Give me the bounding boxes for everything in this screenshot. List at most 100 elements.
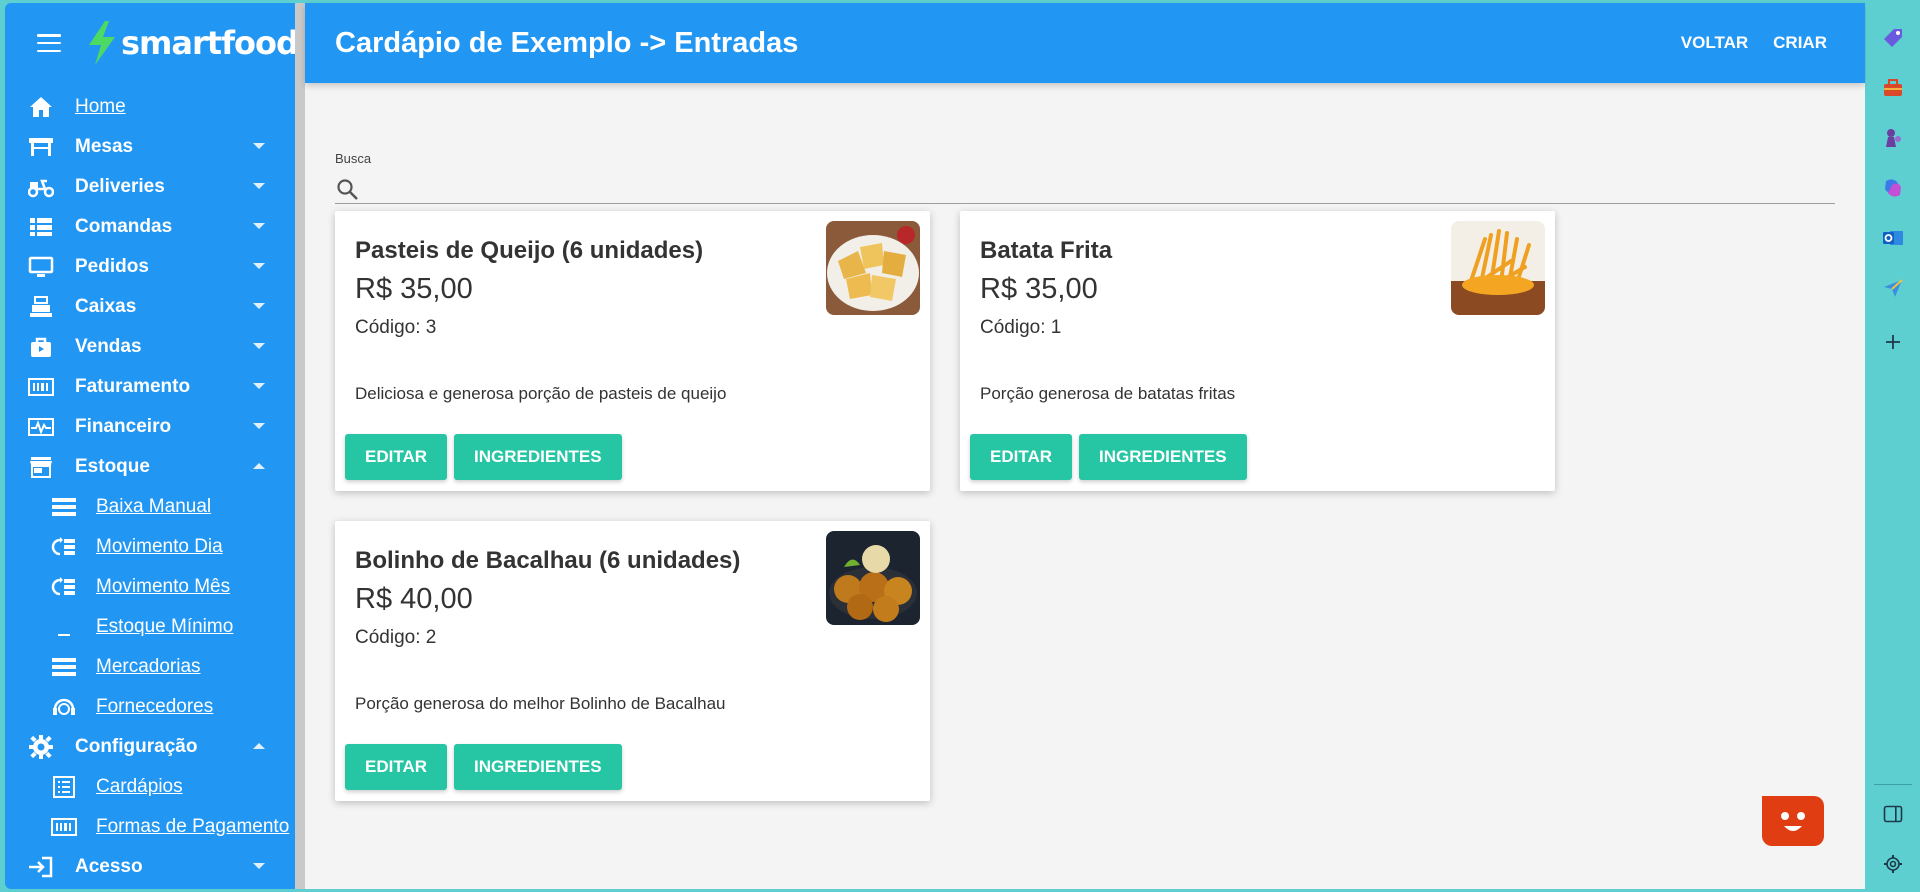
sidebar-item-acesso[interactable]: Acesso [5,847,295,887]
header-actions: VOLTAR CRIAR [1681,33,1827,53]
pulse-icon [27,415,55,439]
send-icon[interactable] [1881,276,1905,300]
sidebar-item-vendas[interactable]: Vendas [5,327,295,367]
sidebar-header: smartfood [5,3,305,83]
ingredients-button[interactable]: INGREDIENTES [454,744,622,790]
sidebar-item-mesas[interactable]: Mesas [5,127,295,167]
underscore-icon [50,615,78,639]
sidebar-item-label: Financeiro [75,416,172,437]
toolbox-icon[interactable] [1881,76,1905,100]
sidebar-subitem-label: Cardápios [96,776,183,797]
sidebar-subitem-mercadorias[interactable]: Mercadorias [5,647,295,687]
product-code: Código: 1 [980,317,1062,338]
robot-face-icon [1756,792,1805,831]
sidebar-subitem-movimento-dia[interactable]: Movimento Dia [5,527,295,567]
support-agent-icon [50,695,78,719]
chevron-down-icon [253,143,265,149]
product-title: Batata Frita [980,237,1113,264]
page-title: Cardápio de Exemplo -> Entradas [335,26,799,59]
hamburger-menu-icon[interactable] [37,34,61,52]
tag-icon[interactable] [1881,26,1905,50]
product-price: R$ 35,00 [980,273,1098,305]
sidebar-subitem-label: Baixa Manual [96,496,212,517]
rail-divider [1874,784,1912,785]
sidebar-toggle-icon[interactable] [1881,802,1905,826]
sidebar-item-faturamento[interactable]: Faturamento [5,367,295,407]
sidebar-subitem-formas-pagamento[interactable]: Formas de Pagamento [5,807,295,847]
product-description: Porção generosa do melhor Bolinho de Bac… [355,694,726,713]
sidebar-item-label: Comandas [75,216,173,237]
chess-icon[interactable] [1881,126,1905,150]
sidebar-subitem-label: Estoque Mínimo [96,616,234,637]
shopping-bag-icon [27,335,55,359]
main-content: Cardápio de Exemplo -> Entradas VOLTAR C… [305,3,1865,889]
sidebar-item-label: Configuração [75,736,198,757]
outlook-icon[interactable] [1881,226,1905,250]
sidebar-subitem-label: Movimento Mês [96,576,231,597]
sidebar-scrollbar[interactable] [295,3,305,889]
product-description: Deliciosa e generosa porção de pasteis d… [355,384,727,403]
sidebar-subitem-label: Formas de Pagamento [96,816,290,837]
edit-button[interactable]: EDITAR [970,434,1073,480]
settings-icon[interactable] [1881,852,1905,876]
search-label: Busca [335,151,372,166]
sidebar-item-deliveries[interactable]: Deliveries [5,167,295,207]
chevron-down-icon [253,863,265,869]
product-price: R$ 40,00 [355,583,473,615]
chevron-up-icon [253,463,265,469]
product-description: Porção generosa de batatas fritas [980,384,1236,403]
cash-register-icon [27,295,55,319]
card-actions: EDITAR INGREDIENTES [345,434,622,480]
gear-icon [27,735,55,759]
list-icon [50,655,78,679]
sidebar-subitem-estoque-minimo[interactable]: Estoque Mínimo [5,607,295,647]
menu-book-icon [50,775,78,799]
sidebar-item-label: Deliveries [75,176,165,197]
monitor-icon [27,255,55,279]
fries-photo [1451,221,1545,315]
copilot-icon[interactable] [1881,176,1905,200]
search-icon [337,178,358,200]
chevron-down-icon [253,303,265,309]
sidebar-item-caixas[interactable]: Caixas [5,287,295,327]
login-icon [27,855,55,879]
barcode-icon [27,375,55,399]
sidebar-subitem-cardapios[interactable]: Cardápios [5,767,295,807]
product-title: Bolinho de Bacalhau (6 unidades) [355,547,741,574]
search-field: Busca [335,151,1835,204]
sidebar-item-financeiro[interactable]: Financeiro [5,407,295,447]
sync-list-icon [50,535,78,559]
sidebar-subitem-movimento-mes[interactable]: Movimento Mês [5,567,295,607]
pasteis-photo [826,221,920,315]
sidebar-item-configuracao[interactable]: Configuração [5,727,295,767]
back-button[interactable]: VOLTAR [1681,33,1748,53]
sidebar-subitem-label: Mercadorias [96,656,201,677]
chevron-down-icon [253,423,265,429]
sidebar-item-label: Pedidos [75,256,149,277]
sidebar-subitem-fornecedores[interactable]: Fornecedores [5,687,295,727]
product-price: R$ 35,00 [355,273,473,305]
sidebar-item-home[interactable]: Home [5,87,295,127]
chevron-down-icon [253,183,265,189]
chevron-down-icon [253,223,265,229]
search-input[interactable] [367,174,1835,203]
sidebar-item-label: Home [75,96,126,117]
ingredients-button[interactable]: INGREDIENTES [1079,434,1247,480]
store-icon [27,455,55,479]
edit-button[interactable]: EDITAR [345,744,448,790]
sidebar-item-pedidos[interactable]: Pedidos [5,247,295,287]
card-actions: EDITAR INGREDIENTES [345,744,622,790]
ingredients-button[interactable]: INGREDIENTES [454,434,622,480]
brand-logo[interactable]: smartfood [85,21,299,65]
barcode-icon [50,815,78,839]
plus-icon[interactable] [1881,330,1905,354]
table-icon [27,135,55,159]
product-code: Código: 3 [355,317,437,338]
sidebar-nav: Home Mesas Deliveries Comandas Pedidos C… [5,87,295,887]
sidebar-item-comandas[interactable]: Comandas [5,207,295,247]
sidebar-subitem-baixa-manual[interactable]: Baixa Manual [5,487,295,527]
edit-button[interactable]: EDITAR [345,434,448,480]
create-button[interactable]: CRIAR [1773,33,1827,53]
chat-widget-button[interactable] [1756,792,1824,846]
sidebar-item-estoque[interactable]: Estoque [5,447,295,487]
